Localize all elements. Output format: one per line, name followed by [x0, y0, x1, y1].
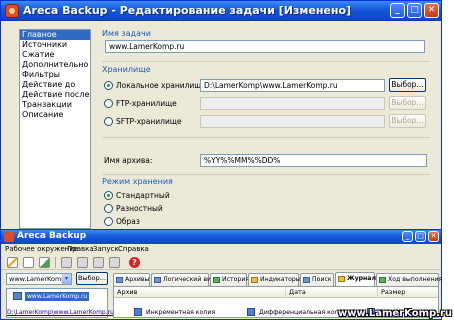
nav-item-pre-action[interactable]: Действие до: [20, 80, 90, 90]
task-editor-window: Areca Backup - Редактирование задачи [Из…: [0, 0, 442, 232]
main-close-button[interactable]: ✕: [428, 231, 439, 242]
maximize-button[interactable]: □: [407, 3, 422, 18]
minimize-button[interactable]: _: [390, 3, 405, 18]
archive-name-label: Имя архива:: [104, 156, 153, 165]
nav-item-sources[interactable]: Источники: [20, 40, 90, 50]
watermark: www.LamerKomp.ru: [338, 308, 452, 319]
differential-icon: [247, 308, 255, 316]
tab-search[interactable]: Поиск: [300, 273, 334, 286]
ftp-path-field[interactable]: [200, 97, 385, 110]
backup-icon[interactable]: [93, 257, 104, 268]
main-title-bar[interactable]: Areca Backup _ □ ✕: [1, 230, 441, 244]
app-logo-icon: [5, 4, 19, 18]
search-icon: [303, 277, 310, 283]
tab-history[interactable]: История: [210, 273, 249, 286]
workspace-path[interactable]: D:\LamerKomp\www.LamerKomp.ru\10: [7, 309, 124, 316]
archive-name-field[interactable]: %YY%%MM%%DD%: [200, 154, 427, 167]
column-header-date[interactable]: Дата: [286, 287, 378, 298]
divider: [102, 61, 430, 62]
folder-icon: [13, 292, 22, 300]
logical-view-icon: [154, 277, 161, 283]
delete-icon[interactable]: [77, 257, 88, 268]
help-icon[interactable]: ?: [129, 257, 140, 268]
incremental-icon: [134, 308, 142, 316]
task-name-label: Имя задачи: [102, 29, 151, 38]
new-document-icon[interactable]: [23, 257, 34, 268]
legend-differential: Дифференциальная копия: [259, 309, 347, 316]
legend-incremental: Инкрементная копия: [146, 309, 216, 316]
nav-item-filters[interactable]: Фильтры: [20, 70, 90, 80]
edit-icon[interactable]: [39, 257, 50, 268]
indicators-icon: [251, 277, 258, 283]
settings-panel: Имя задачи www.LamerKomp.ru Хранилище Ло…: [97, 27, 435, 233]
log-icon: [338, 276, 345, 282]
title-bar[interactable]: Areca Backup - Редактирование задачи [Из…: [1, 1, 441, 21]
tab-archives[interactable]: Архивы: [113, 273, 150, 286]
ftp-browse-button[interactable]: Выбор...: [389, 96, 426, 110]
ftp-storage-label: FTP-хранилище: [116, 99, 177, 108]
history-icon: [213, 277, 220, 283]
main-window-title: Areca Backup: [17, 231, 87, 241]
toolbar: ?: [1, 255, 441, 270]
nav-item-compression[interactable]: Сжатие: [20, 50, 90, 60]
tools-icon[interactable]: [7, 257, 18, 268]
local-storage-radio[interactable]: [104, 81, 113, 90]
workspace-combo[interactable]: www.LamerKomp.ru ▾: [6, 273, 72, 285]
divider: [102, 137, 430, 138]
nav-item-description[interactable]: Описание: [20, 110, 90, 120]
image-mode-label: Образ: [116, 217, 140, 226]
standard-mode-label: Стандартный: [116, 191, 170, 200]
nav-item-transactions[interactable]: Транзакции: [20, 100, 90, 110]
image-mode-radio[interactable]: [104, 217, 113, 226]
merge-icon[interactable]: [61, 257, 72, 268]
standard-mode-radio[interactable]: [104, 191, 113, 200]
local-storage-path-field[interactable]: D:\LamerKomp\www.LamerKomp.ru: [200, 79, 385, 92]
sftp-browse-button[interactable]: Выбор...: [389, 114, 426, 128]
menu-run[interactable]: Запуск: [93, 244, 119, 255]
column-header-size[interactable]: Размер: [378, 287, 440, 298]
tree-node-task[interactable]: www.LamerKomp.ru: [25, 292, 90, 301]
main-maximize-button[interactable]: □: [415, 231, 426, 242]
storage-mode-label: Режим хранения: [102, 177, 173, 186]
ftp-storage-radio[interactable]: [104, 99, 113, 108]
local-browse-button[interactable]: Выбор...: [389, 78, 426, 92]
sftp-storage-radio[interactable]: [104, 117, 113, 126]
tab-progress[interactable]: Ход выполнения: [376, 273, 442, 286]
table-header: Архив Дата Размер: [114, 287, 438, 298]
nav-item-post-action[interactable]: Действие после: [20, 90, 90, 100]
nav-item-advanced[interactable]: Дополнительно: [20, 60, 90, 70]
tab-log[interactable]: Журнал: [335, 272, 376, 286]
divider: [102, 174, 430, 175]
main-minimize-button[interactable]: _: [402, 231, 413, 242]
workspace-tree: www.LamerKomp.ru D:\LamerKomp\www.LamerK…: [6, 288, 124, 318]
differential-mode-label: Разностный: [116, 204, 163, 213]
storage-section-label: Хранилище: [102, 65, 151, 74]
local-storage-label: Локальное хранилище: [116, 81, 206, 90]
archive-icon: [116, 277, 123, 283]
section-list: Главное Источники Сжатие Дополнительно Ф…: [19, 29, 91, 229]
nav-item-main[interactable]: Главное: [20, 30, 90, 40]
chevron-down-icon[interactable]: ▾: [62, 274, 71, 284]
menu-edit[interactable]: Правка: [67, 244, 94, 255]
tab-bar: Архивы Логический вид История Индикаторы…: [113, 272, 442, 286]
app-logo-icon: [4, 232, 14, 242]
column-header-archive[interactable]: Архив: [114, 287, 286, 298]
close-button[interactable]: ✕: [424, 3, 439, 18]
restore-icon[interactable]: [109, 257, 120, 268]
menu-help[interactable]: Справка: [118, 244, 149, 255]
progress-icon: [379, 277, 386, 283]
window-title: Areca Backup - Редактирование задачи [Из…: [23, 4, 352, 17]
task-name-field[interactable]: www.LamerKomp.ru: [105, 40, 425, 53]
tab-logical-view[interactable]: Логический вид: [151, 273, 215, 286]
workspace-browse-button[interactable]: Выбор...: [76, 272, 108, 285]
differential-mode-radio[interactable]: [104, 204, 113, 213]
sftp-storage-label: SFTP-хранилище: [116, 117, 182, 126]
tab-indicators[interactable]: Индикаторы: [248, 273, 301, 286]
main-window: Areca Backup _ □ ✕ Рабочее окружение Пра…: [0, 229, 442, 320]
sftp-path-field[interactable]: [200, 115, 385, 128]
menu-bar: Рабочее окружение Правка Запуск Справка: [1, 244, 441, 255]
toolbar-separator: [55, 257, 56, 268]
